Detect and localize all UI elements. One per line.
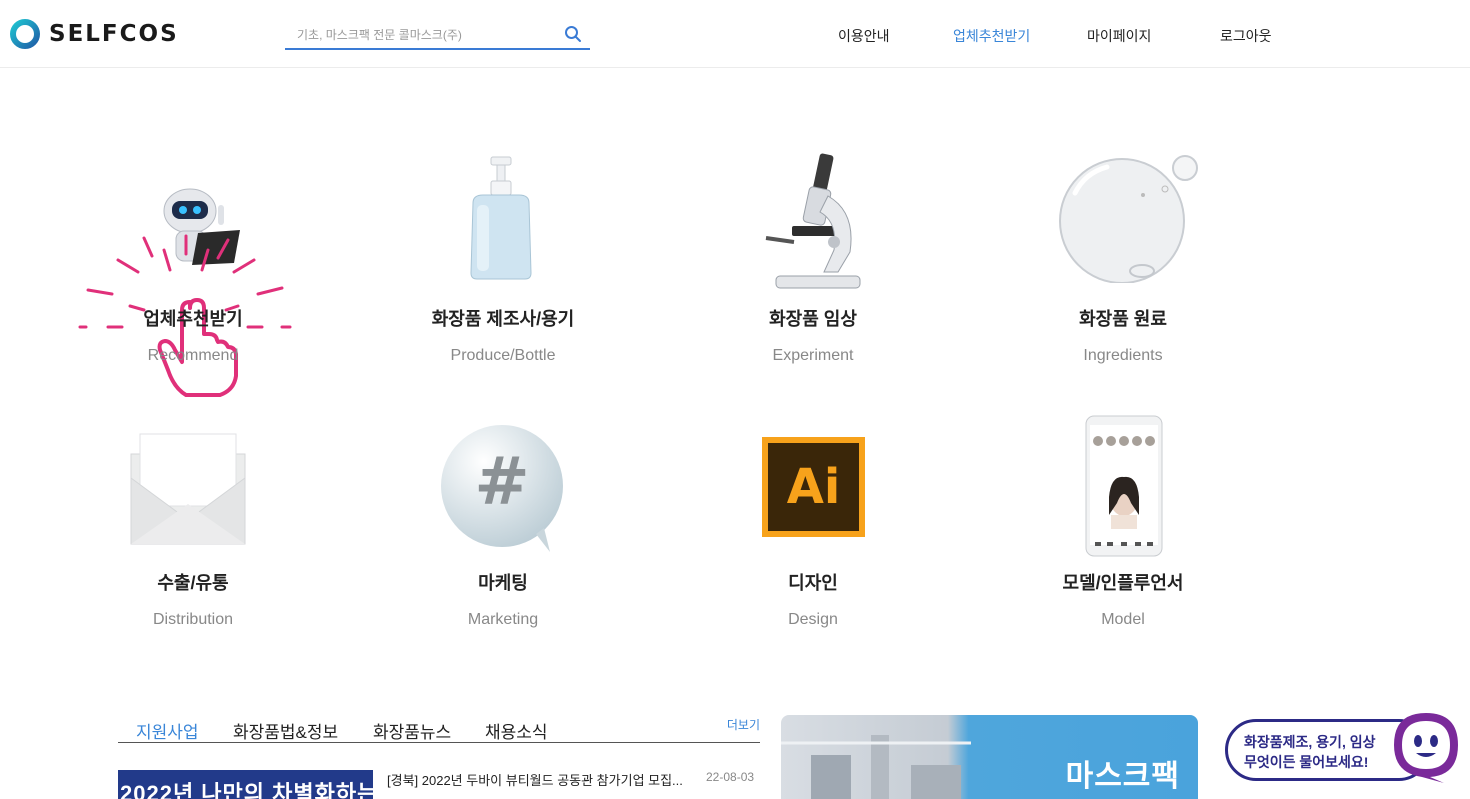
search-input[interactable] [285, 23, 555, 47]
category-produce-bottle[interactable]: 화장품 제조사/용기 Produce/Bottle [393, 305, 613, 365]
more-link[interactable]: 더보기 [727, 716, 760, 733]
category-title: 화장품 원료 [1079, 309, 1167, 329]
category-distribution[interactable]: 수출/유통 Distribution [83, 569, 303, 629]
envelope-icon [130, 433, 246, 545]
hashtag-bubble-icon: # [440, 424, 566, 552]
nav-mypage[interactable]: 마이페이지 [1087, 26, 1151, 46]
category-design[interactable]: 디자인 Design [703, 569, 923, 629]
category-model[interactable]: 모델/인플루언서 Model [1013, 569, 1233, 629]
category-subtitle: Recommend [147, 347, 239, 364]
hashtag-symbol: # [474, 443, 530, 520]
brand-name: SELFCOS [49, 21, 179, 47]
search-bar [285, 22, 590, 50]
search-icon[interactable] [564, 25, 582, 43]
category-recommend[interactable]: 업체추천받기 Recommend [83, 305, 303, 365]
illustrator-app-icon: Ai [762, 437, 865, 537]
category-title: 화장품 임상 [769, 309, 857, 329]
news-item-date: 22-08-03 [706, 770, 755, 784]
category-subtitle: Distribution [152, 611, 234, 628]
news-thumbnail[interactable]: 2022년 나만의 차별화하는 [118, 770, 373, 799]
category-subtitle: Ingredients [1083, 347, 1163, 364]
news-tabs: 지원사업 화장품법&정보 화장품뉴스 채용소식 더보기 [118, 716, 760, 743]
logo-ring-icon [10, 19, 40, 49]
pump-bottle-icon [470, 156, 532, 280]
category-title: 디자인 [788, 573, 838, 593]
tab-cosmetics-news[interactable]: 화장품뉴스 [373, 718, 451, 743]
banner-title: 마스크팩 [1065, 760, 1180, 793]
smartphone-model-icon [1085, 415, 1163, 557]
category-title: 수출/유통 [157, 573, 229, 593]
nav-guide[interactable]: 이용안내 [838, 26, 890, 46]
category-title: 업체추천받기 [143, 309, 243, 329]
news-item-title[interactable]: [경북] 2022년 두바이 뷰티월드 공동관 참가기업 모집... [387, 770, 683, 789]
category-ingredients[interactable]: 화장품 원료 Ingredients [1013, 305, 1233, 365]
category-subtitle: Design [788, 611, 838, 628]
category-title: 마케팅 [478, 573, 528, 593]
category-title: 화장품 제조사/용기 [431, 309, 575, 329]
nav-logout[interactable]: 로그아웃 [1220, 26, 1272, 46]
ai-logo-text: Ai [786, 459, 841, 515]
category-subtitle: Produce/Bottle [450, 347, 556, 364]
microscope-icon [765, 153, 861, 289]
tab-support[interactable]: 지원사업 [136, 718, 199, 743]
category-subtitle: Experiment [772, 347, 854, 364]
category-subtitle: Model [1101, 611, 1145, 628]
logo[interactable]: SELFCOS [9, 18, 179, 50]
nav-recommend[interactable]: 업체추천받기 [953, 26, 1030, 46]
factory-machine-image [781, 735, 971, 799]
serum-bubble-icon [1059, 155, 1198, 283]
category-marketing[interactable]: 마케팅 Marketing [393, 569, 613, 629]
chatbot-icon[interactable] [1392, 711, 1460, 783]
tab-jobs[interactable]: 채용소식 [485, 718, 548, 743]
category-experiment[interactable]: 화장품 임상 Experiment [703, 305, 923, 365]
promo-banner[interactable]: 마스크팩 [781, 715, 1198, 799]
tab-law-info[interactable]: 화장품법&정보 [233, 718, 338, 743]
category-title: 모델/인플루언서 [1062, 573, 1184, 593]
header: SELFCOS 이용안내 업체추천받기 마이페이지 로그아웃 [0, 0, 1470, 68]
news-thumb-text: 2022년 나만의 차별화하는 [120, 781, 373, 799]
category-subtitle: Marketing [467, 611, 539, 628]
